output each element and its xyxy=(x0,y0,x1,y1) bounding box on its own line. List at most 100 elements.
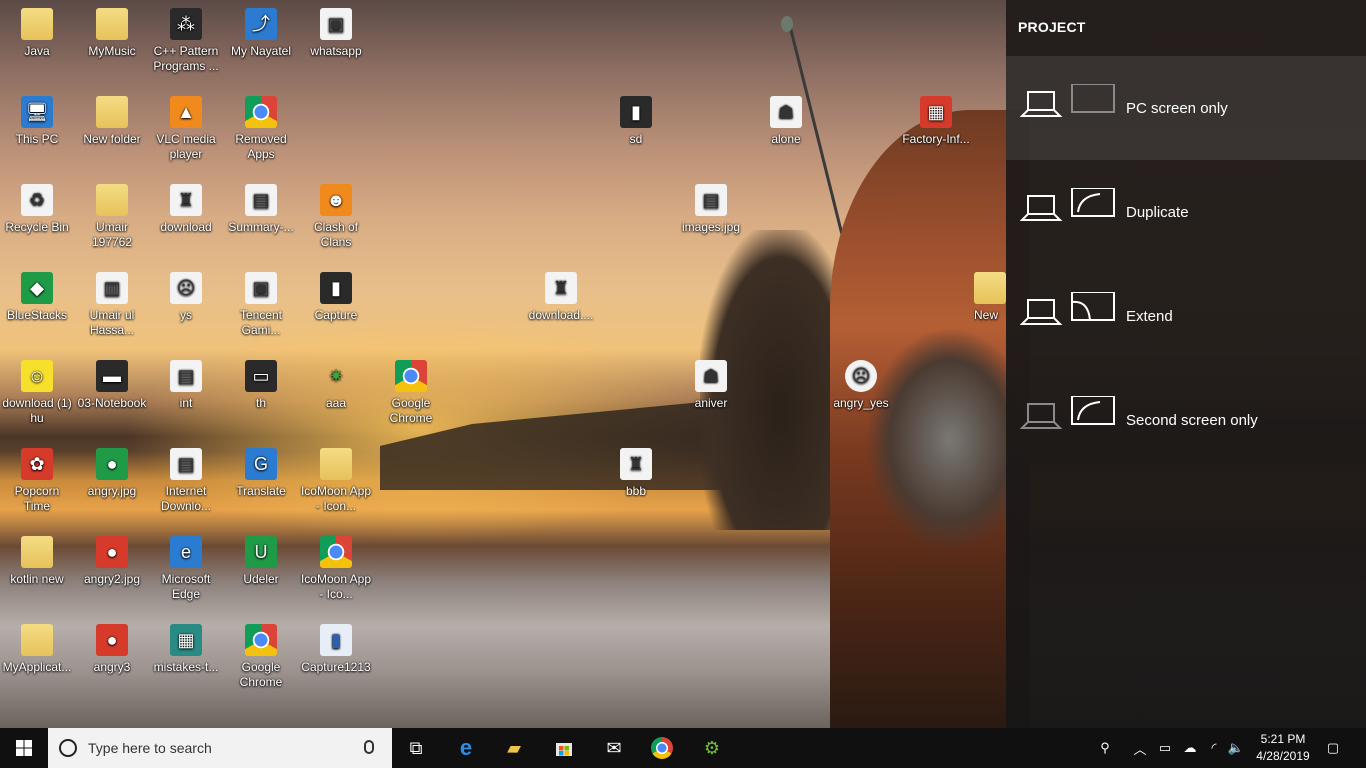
translate-icon: G xyxy=(245,448,277,480)
desktop-icon[interactable]: ☹ ys xyxy=(149,272,223,323)
file-explorer-taskbar-button[interactable]: ▰ xyxy=(490,728,538,768)
option-label: Duplicate xyxy=(1126,204,1189,221)
desktop-icon-label: Capture xyxy=(314,308,358,322)
windows-logo-icon xyxy=(16,740,32,756)
desktop-icon[interactable]: ☗ aniver xyxy=(674,360,748,411)
desktop-icon[interactable]: ▥ Umair ul Hassa... xyxy=(75,272,149,338)
desktop-icon[interactable]: e Microsoft Edge xyxy=(149,536,223,602)
desktop-icon[interactable]: 🖥 This PC xyxy=(0,96,74,147)
desktop-icon[interactable]: ▮ sd xyxy=(599,96,673,147)
desktop-icon[interactable]: ▤ int xyxy=(149,360,223,411)
desktop-icon[interactable]: ✿ Popcorn Time xyxy=(0,448,74,514)
desktop-icon-label: Google Chrome xyxy=(239,660,283,689)
volume-button[interactable]: 🔈 xyxy=(1226,728,1246,768)
option-label: Extend xyxy=(1126,308,1173,325)
desktop-icon[interactable]: Java xyxy=(0,8,74,59)
cortana-icon xyxy=(59,739,77,757)
desktop-icon[interactable]: ▦ Factory-Inf... xyxy=(899,96,973,147)
internet-download-manager-icon: ▤ xyxy=(170,448,202,480)
taskbar-clock[interactable]: 5:21 PM 4/28/2019 xyxy=(1248,731,1318,765)
desktop-icon[interactable]: ⤴ My Nayatel xyxy=(224,8,298,59)
image-file-icon: ▤ xyxy=(695,184,727,216)
desktop-icon[interactable]: MyApplicat... xyxy=(0,624,74,675)
android-studio-taskbar-button[interactable]: ⚙ xyxy=(688,728,736,768)
option-second-screen-only[interactable]: Second screen only xyxy=(1006,368,1366,472)
show-hidden-icons-button[interactable]: ︿ xyxy=(1130,728,1150,768)
desktop-icon[interactable]: ▮ Capture1213 xyxy=(299,624,373,675)
desktop-icon[interactable]: ☻ Clash of Clans xyxy=(299,184,373,250)
desktop-icon[interactable]: ▮ Capture xyxy=(299,272,373,323)
desktop-icon-label: kotlin new xyxy=(10,572,64,586)
desktop-icon-label: C++ Pattern Programs ... xyxy=(153,44,219,73)
capture1213-image-icon: ▮ xyxy=(320,624,352,656)
desktop-icon-label: Internet Downlo... xyxy=(160,484,212,513)
desktop-icon[interactable]: ● angry3 xyxy=(75,624,149,675)
desktop-icon[interactable]: ▣ Tencent Gami... xyxy=(224,272,298,338)
desktop-icon-label: angry3 xyxy=(93,660,131,674)
desktop-icon[interactable]: ♻ Recycle Bin xyxy=(0,184,74,235)
store-taskbar-button[interactable] xyxy=(540,728,588,768)
desktop-icon[interactable]: ● angry2.jpg xyxy=(75,536,149,587)
chrome-taskbar-button[interactable] xyxy=(638,728,686,768)
desktop-icon[interactable]: G Translate xyxy=(224,448,298,499)
desktop-icon[interactable]: ☹ angry_yes xyxy=(824,360,898,411)
task-view-button[interactable]: ⧉ xyxy=(392,728,440,768)
option-label: PC screen only xyxy=(1126,100,1228,117)
battery-button[interactable]: ▭ xyxy=(1154,728,1176,768)
option-extend[interactable]: Extend xyxy=(1006,264,1366,368)
desktop-icon[interactable]: ▣ whatsapp xyxy=(299,8,373,59)
desktop-icon[interactable]: ▤ Summary-... xyxy=(224,184,298,235)
folder-icon xyxy=(21,8,53,40)
desktop-icon[interactable]: Removed Apps xyxy=(224,96,298,162)
project-panel: PROJECT PC screen only Duplicate Extend xyxy=(1006,0,1366,728)
desktop-icon-label: MyMusic xyxy=(88,44,136,58)
desktop-icon[interactable]: ♜ bbb xyxy=(599,448,673,499)
chrome-icon xyxy=(651,737,673,759)
desktop-icon[interactable]: ☗ alone xyxy=(749,96,823,147)
mistakes-image-icon: ▦ xyxy=(170,624,202,656)
wifi-icon: ◜ xyxy=(1211,740,1217,755)
desktop-icon[interactable]: Google Chrome xyxy=(224,624,298,690)
taskbar-search-box[interactable]: Type here to search xyxy=(48,728,392,768)
mail-taskbar-button[interactable]: ✉ xyxy=(590,728,638,768)
edge-taskbar-button[interactable]: e xyxy=(442,728,490,768)
zip-folder-icon xyxy=(320,448,352,480)
desktop-icon[interactable]: Umair 197762 xyxy=(75,184,149,250)
vlc-icon: ▲ xyxy=(170,96,202,128)
desktop-icon[interactable]: ▭ th xyxy=(224,360,298,411)
desktop-icon[interactable]: ▬ 03-Notebook xyxy=(75,360,149,411)
desktop-icon[interactable]: kotlin new xyxy=(0,536,74,587)
option-pc-screen-only[interactable]: PC screen only xyxy=(1006,56,1366,160)
desktop-icon[interactable]: ▲ VLC media player xyxy=(149,96,223,162)
desktop-icon-label: download (1) hu xyxy=(2,396,72,425)
people-button[interactable]: ⚲ xyxy=(1092,728,1118,768)
desktop-icon[interactable]: Google Chrome xyxy=(374,360,448,426)
start-button[interactable] xyxy=(0,728,48,768)
network-button[interactable]: ◜ xyxy=(1203,728,1225,768)
desktop-icon[interactable]: ♜ download.... xyxy=(524,272,598,323)
desktop-icon[interactable]: IcoMoon App - Ico... xyxy=(299,536,373,602)
task-view-icon: ⧉ xyxy=(409,737,423,758)
desktop-icon[interactable]: ✷ aaa xyxy=(299,360,373,411)
desktop-icon[interactable]: New folder xyxy=(75,96,149,147)
desktop-icon[interactable]: ◆ BlueStacks xyxy=(0,272,74,323)
desktop-icon[interactable]: ▤ Internet Downlo... xyxy=(149,448,223,514)
project-panel-title: PROJECT xyxy=(1018,19,1086,35)
onedrive-button[interactable]: ☁ xyxy=(1178,728,1202,768)
desktop-icon[interactable]: ▦ mistakes-t... xyxy=(149,624,223,675)
microphone-icon[interactable] xyxy=(364,740,374,754)
action-center-button[interactable]: ▢ xyxy=(1320,728,1346,768)
desktop-icon[interactable]: MyMusic xyxy=(75,8,149,59)
duplicate-icon xyxy=(1020,188,1115,221)
winrar-file-icon: ▥ xyxy=(96,272,128,304)
desktop-icon[interactable]: ☺ download (1) hu xyxy=(0,360,74,426)
desktop-icon[interactable]: IcoMoon App - Icon... xyxy=(299,448,373,514)
desktop-icon[interactable]: U Udeler xyxy=(224,536,298,587)
desktop-icon[interactable]: ♜ download xyxy=(149,184,223,235)
desktop-icon-label: BlueStacks xyxy=(6,308,68,322)
desktop-icon[interactable]: ● angry.jpg xyxy=(75,448,149,499)
desktop-icon[interactable]: ▤ images.jpg xyxy=(674,184,748,235)
option-duplicate[interactable]: Duplicate xyxy=(1006,160,1366,264)
desktop-icon[interactable]: New xyxy=(974,272,1006,323)
desktop-icon[interactable]: ⁂ C++ Pattern Programs ... xyxy=(149,8,223,74)
